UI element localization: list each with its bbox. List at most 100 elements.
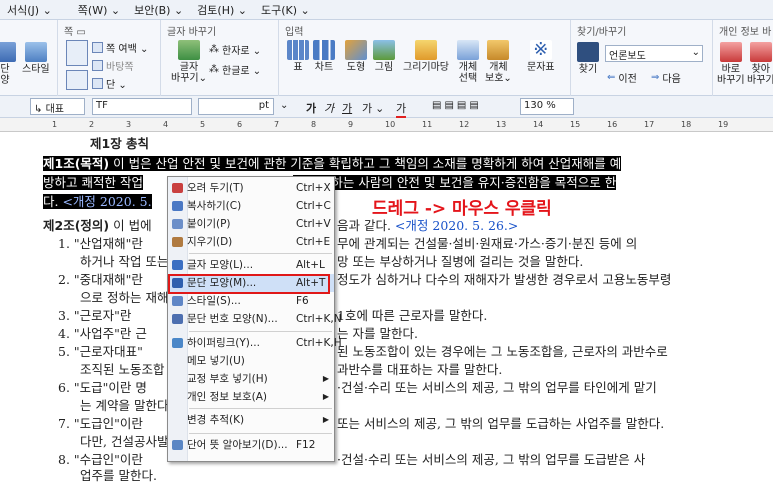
style-button[interactable]: 스타일 bbox=[22, 42, 50, 75]
menu-page[interactable]: 쪽(W) ⌄ bbox=[71, 2, 127, 18]
hanja-button[interactable]: ⁂ 한자로 ⌄ bbox=[209, 42, 261, 57]
page-layout-icon[interactable] bbox=[66, 70, 88, 90]
item1-line2b[interactable]: 망 또는 부상하거나 질병에 걸리는 것을 말한다. bbox=[337, 254, 583, 270]
para-button[interactable]: 단 양 bbox=[0, 42, 16, 86]
style-select[interactable]: ↳ 대표 bbox=[30, 98, 85, 115]
context-menu-item-8[interactable]: 문단 번호 모양(N)... Ctrl+K,N bbox=[168, 310, 342, 328]
privacy-replace-button[interactable]: 바로 바꾸기 bbox=[717, 42, 745, 86]
item2-line1b[interactable]: 정도가 심하거나 다수의 재해자가 발생한 경우로서 고용노동부령 bbox=[337, 272, 671, 288]
bold-button[interactable]: 가 bbox=[306, 100, 316, 116]
strike-button[interactable]: 가 ⌄ bbox=[362, 100, 384, 116]
item4-line1a[interactable]: 4. "사업주"란 근 bbox=[58, 326, 147, 342]
hangul-button[interactable]: ⁂ 한글로 ⌄ bbox=[209, 62, 261, 77]
item5-line1b[interactable]: 된 노동조합이 있는 경우에는 그 노동조합을, 근로자의 과반수로 bbox=[337, 344, 668, 360]
article1-line1[interactable]: 제1조(목적) 이 법은 산업 안전 및 보건에 관한 기준을 확립하고 그 책… bbox=[43, 156, 622, 172]
privacy-find-button[interactable]: 찾아 바꾸기 bbox=[747, 42, 773, 86]
item8-line1b[interactable]: ·건설·수리 또는 서비스의 제공, 그 밖의 업무를 도급받은 사 bbox=[337, 452, 645, 468]
context-menu-item-9[interactable]: 하이퍼링크(Y)... Ctrl+K,H bbox=[168, 334, 342, 352]
privacy-find-icon bbox=[749, 42, 772, 62]
object-select-button[interactable]: 개체 선택 bbox=[457, 40, 479, 84]
context-menu-item-12[interactable]: 개인 정보 보호(A) ▶ bbox=[168, 388, 334, 406]
item6-line1a[interactable]: 6. "도급"이란 명 bbox=[58, 380, 147, 396]
column-button[interactable]: 단 ⌄ bbox=[92, 76, 127, 91]
context-menu-item-3[interactable]: 붙이기(P) Ctrl+V bbox=[168, 215, 334, 233]
ribbon-group-page: 쪽 ▭ 쪽 여백 ⌄ 바탕쪽 단 ⌄ bbox=[58, 20, 161, 96]
background-page-button[interactable]: 바탕쪽 bbox=[92, 58, 134, 73]
font-select-value: TF bbox=[96, 100, 108, 111]
context-menu: 오려 두기(T) Ctrl+X 복사하기(C) Ctrl+C 붙이기(P) Ctrl+V 지… bbox=[167, 176, 342, 462]
item7-line1a[interactable]: 7. "도급인"이란 bbox=[58, 416, 143, 432]
picture-button[interactable]: 그림 bbox=[373, 40, 395, 73]
article2-text2: 음과 같다. bbox=[337, 218, 391, 233]
menu-security[interactable]: 보안(B) ⌄ bbox=[127, 2, 190, 18]
context-menu-item-5[interactable]: 글자 모양(L)... Alt+L bbox=[168, 256, 334, 274]
item7-line1b[interactable]: 또는 서비스의 제공, 그 밖의 업무를 도급하는 사업주를 말한다. bbox=[337, 416, 664, 432]
page-margin-button[interactable]: 쪽 여백 ⌄ bbox=[92, 40, 148, 55]
item4-line1b[interactable]: 는 자를 말한다. bbox=[337, 326, 418, 342]
article1-line3[interactable]: 다. <개정 2020. 5. bbox=[43, 194, 152, 210]
font-select[interactable]: TF bbox=[92, 98, 192, 115]
context-menu-item-13[interactable]: 변경 추적(K) ▶ bbox=[168, 411, 334, 429]
context-menu-item-14[interactable]: 단어 뜻 알아보기(D)... F12 bbox=[168, 436, 334, 454]
paste-icon bbox=[172, 219, 183, 229]
drawing-icon bbox=[415, 40, 437, 60]
table-button[interactable]: 표 bbox=[287, 40, 309, 73]
item3-line1b[interactable]: 1호에 따른 근로자를 말한다. bbox=[337, 308, 487, 324]
find-prev-button[interactable]: ⇐ 이전 bbox=[607, 70, 637, 85]
find-search-input[interactable]: 언론보도 ⌄ bbox=[605, 45, 703, 62]
italic-button[interactable]: 가 bbox=[324, 100, 334, 116]
symbol-label: 문자표 bbox=[527, 62, 555, 73]
font-color-button[interactable]: 가 bbox=[396, 100, 407, 118]
size-stepper[interactable]: ⌄ bbox=[280, 100, 288, 111]
page-icon[interactable] bbox=[66, 40, 88, 66]
symbol-button[interactable]: ※ 문자표 bbox=[527, 40, 555, 74]
context-menu-item-4[interactable]: 지우기(D) Ctrl+E bbox=[168, 233, 334, 251]
chart-icon bbox=[313, 40, 335, 60]
item5-line1a[interactable]: 5. "근로자대표" bbox=[58, 344, 143, 360]
item2-line1a[interactable]: 2. "중대재해"란 bbox=[58, 272, 143, 288]
menu-tools[interactable]: 도구(K) ⌄ bbox=[254, 2, 317, 18]
font-size-input[interactable]: pt bbox=[198, 98, 274, 115]
bgpage-icon bbox=[92, 60, 103, 71]
article2-line1b[interactable]: 음과 같다. <개정 2020. 5. 26.> bbox=[337, 218, 518, 234]
underline-button[interactable]: 가 bbox=[342, 100, 352, 116]
drawing-button[interactable]: 그리기마당 bbox=[403, 40, 449, 73]
context-menu-item-11[interactable]: 교정 부호 넣기(H) ▶ bbox=[168, 370, 334, 388]
item1-line2a[interactable]: 하거나 작업 또는 bbox=[80, 254, 168, 270]
item1-line1b[interactable]: 무에 관계되는 건설물·설비·원재료·가스·증기·분진 등에 의 bbox=[337, 236, 637, 252]
menu-review[interactable]: 검토(H) ⌄ bbox=[190, 2, 254, 18]
find-title: 찾기/바꾸기 bbox=[577, 27, 627, 38]
context-menu-item-2[interactable]: 복사하기(C) Ctrl+C bbox=[168, 197, 334, 215]
hangul-label: 한글로 ⌄ bbox=[222, 66, 262, 77]
line-spacing-input[interactable]: 130 % bbox=[520, 98, 574, 115]
menu-format[interactable]: 서식(J) ⌄ bbox=[0, 2, 59, 18]
article2-line1[interactable]: 제2조(정의) 이 법에 bbox=[43, 218, 152, 234]
context-menu-item-1[interactable]: 오려 두기(T) Ctrl+X bbox=[168, 179, 334, 197]
shape-button[interactable]: 도형 bbox=[345, 40, 367, 73]
document-page[interactable]: 제1장 총칙 제1조(목적) 이 법은 산업 안전 및 보건에 관한 기준을 확… bbox=[0, 132, 773, 483]
context-menu-shortcut: Ctrl+K,N bbox=[296, 313, 342, 325]
item8-line1a[interactable]: 8. "수급인"이란 bbox=[58, 452, 143, 468]
item2-line2[interactable]: 으로 정하는 재해 bbox=[80, 290, 168, 306]
context-menu-label: 개인 정보 보호(A) bbox=[187, 391, 268, 403]
item6-line1b[interactable]: ·건설·수리 또는 서비스의 제공, 그 밖의 업무를 타인에게 맡기 bbox=[337, 380, 657, 396]
item6-line2[interactable]: 는 계약을 말한다 bbox=[80, 398, 168, 414]
find-next-button[interactable]: ⇒ 다음 bbox=[651, 70, 681, 85]
context-menu-item-7[interactable]: 스타일(S)... F6 bbox=[168, 292, 334, 310]
font-change-button[interactable]: 글자 바꾸기⌄ bbox=[171, 40, 207, 84]
item1-line1a[interactable]: 1. "산업재해"란 bbox=[58, 236, 143, 252]
item8-line2[interactable]: 업주를 말한다. bbox=[80, 468, 157, 484]
hanja-label: 한자로 ⌄ bbox=[222, 46, 262, 57]
item7-line2[interactable]: 다만, 건설공사발 bbox=[80, 434, 168, 450]
chart-button[interactable]: 차트 bbox=[313, 40, 335, 73]
item3-line1a[interactable]: 3. "근로자"란 bbox=[58, 308, 131, 324]
dropdown-arrow-icon[interactable]: ⌄ bbox=[692, 47, 700, 58]
object-protect-button[interactable]: 개체 보호⌄ bbox=[485, 40, 512, 84]
find-button[interactable]: 찾기 bbox=[577, 42, 599, 75]
ruler[interactable]: 1 2 3 4 5 6 7 8 9 10 11 12 13 14 15 16 17 18 19 bbox=[0, 118, 773, 132]
item5-line2a[interactable]: 조직된 노동조합 bbox=[80, 362, 164, 378]
context-menu-item-10[interactable]: 메모 넣기(U) bbox=[168, 352, 334, 370]
align-icons[interactable]: ▤ ▤ ▤ ▤ bbox=[432, 100, 479, 111]
item5-line2b[interactable]: 과반수를 대표하는 자를 말한다. bbox=[337, 362, 502, 378]
ruler-tick: 9 bbox=[348, 120, 354, 129]
